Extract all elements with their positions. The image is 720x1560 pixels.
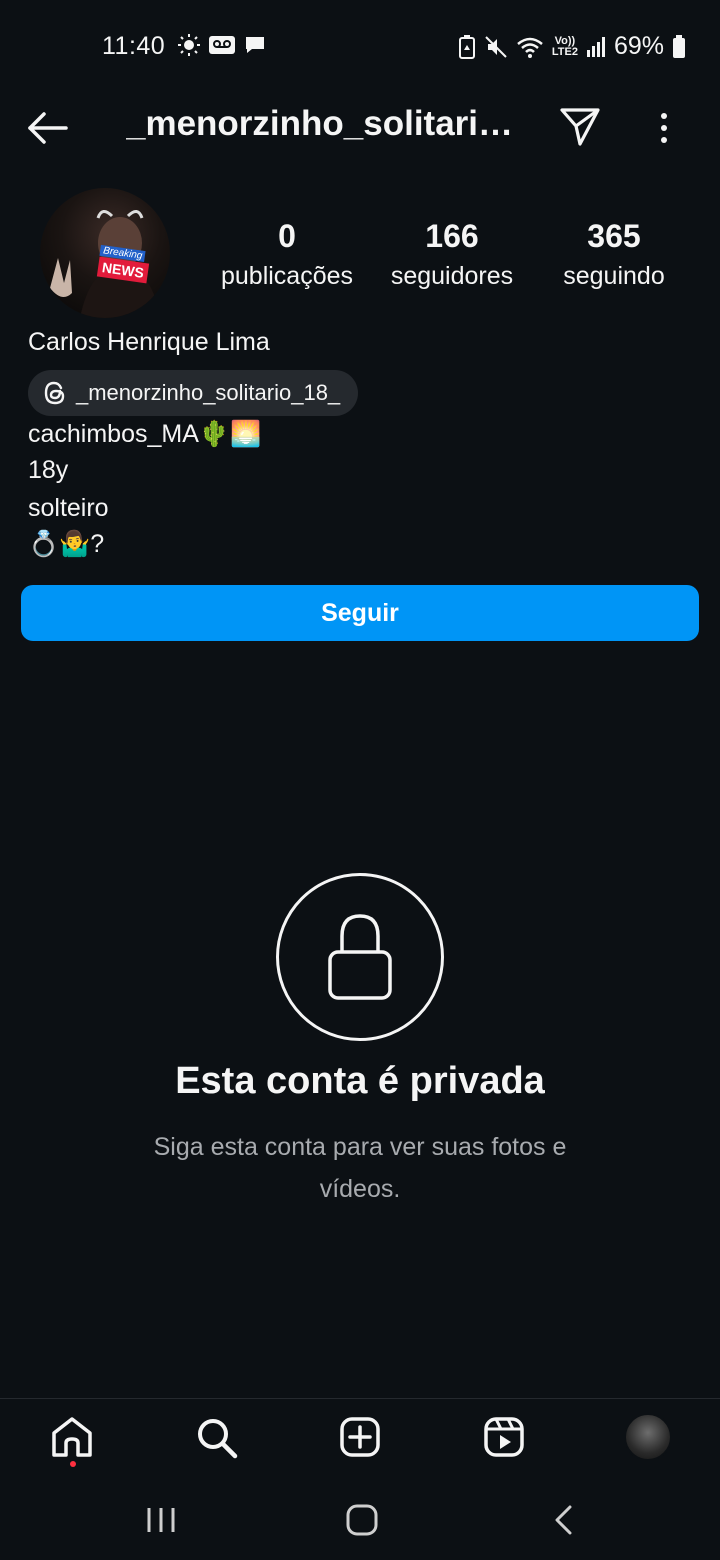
- system-home-icon[interactable]: [346, 1504, 378, 1536]
- battery-percent: 69%: [613, 32, 664, 60]
- follow-button[interactable]: Seguir: [21, 585, 699, 641]
- create-post-icon[interactable]: [336, 1413, 384, 1461]
- battery-icon: [673, 34, 685, 58]
- bio-line-2: 18y: [28, 456, 69, 484]
- bio-line-4: 💍🤷‍♂️?: [28, 530, 105, 558]
- bottom-navigation: [0, 1398, 720, 1478]
- system-back-icon[interactable]: [552, 1504, 576, 1536]
- followers-label: seguidores: [390, 262, 514, 290]
- volte-label: Vo)): [554, 34, 576, 47]
- private-account-title: Esta conta é privada: [175, 1060, 545, 1102]
- bio-line-3: solteiro: [28, 494, 109, 522]
- threads-handle: _menorzinho_solitario_18_: [76, 380, 341, 405]
- status-bar: 11:40 Vo)) LTE2 69%: [0, 0, 720, 94]
- send-message-icon[interactable]: [558, 106, 602, 146]
- profile-full-name: Carlos Henrique Lima: [28, 328, 270, 356]
- following-count: 365: [587, 218, 641, 254]
- battery-saver-icon: [458, 34, 475, 59]
- profile-header: _menorzinho_solitario_18_: [0, 94, 720, 160]
- profile-username-title: _menorzinho_solitario_18_: [126, 104, 516, 143]
- following-label: seguindo: [563, 262, 665, 290]
- threads-icon: [44, 381, 65, 405]
- followers-count: 166: [425, 218, 479, 254]
- network-label: LTE2: [551, 45, 578, 58]
- stat-posts: 0 publicações: [213, 216, 361, 294]
- back-arrow-icon[interactable]: [26, 108, 70, 148]
- stat-followers[interactable]: 166 seguidores: [382, 216, 522, 294]
- signal-icon: [586, 36, 605, 57]
- search-icon[interactable]: [192, 1413, 240, 1461]
- status-system-icons: Vo)) LTE2 69%: [458, 32, 686, 61]
- posts-label: publicações: [220, 262, 354, 290]
- mute-icon: [485, 35, 507, 58]
- private-account-subtitle: Siga esta conta para ver suas fotos e ví…: [153, 1133, 567, 1203]
- profile-avatar[interactable]: Breaking NEWS: [40, 188, 170, 318]
- message-icon: [246, 37, 264, 53]
- voicemail-icon: [209, 36, 235, 54]
- home-icon[interactable]: [48, 1413, 96, 1461]
- private-lock-circle: [276, 873, 444, 1041]
- status-time: 11:40: [102, 32, 166, 60]
- system-navigation-bar: [0, 1480, 720, 1560]
- bio-line-1: cachimbos_MA🌵🌅: [28, 420, 262, 448]
- posts-count: 0: [278, 218, 296, 254]
- wifi-icon: [517, 37, 543, 58]
- home-notification-dot: [70, 1461, 76, 1467]
- stat-following[interactable]: 365 seguindo: [552, 216, 676, 294]
- reels-icon[interactable]: [480, 1413, 528, 1461]
- status-notification-icons: [178, 34, 266, 56]
- threads-badge[interactable]: _menorzinho_solitario_18_: [28, 370, 359, 416]
- brightness-icon: [178, 34, 200, 56]
- more-options-icon[interactable]: [650, 108, 678, 148]
- profile-tab-avatar[interactable]: [624, 1413, 672, 1461]
- recent-apps-icon[interactable]: [146, 1506, 176, 1534]
- lock-icon: [328, 914, 392, 1000]
- volte-indicator: Vo)) LTE2: [551, 34, 578, 58]
